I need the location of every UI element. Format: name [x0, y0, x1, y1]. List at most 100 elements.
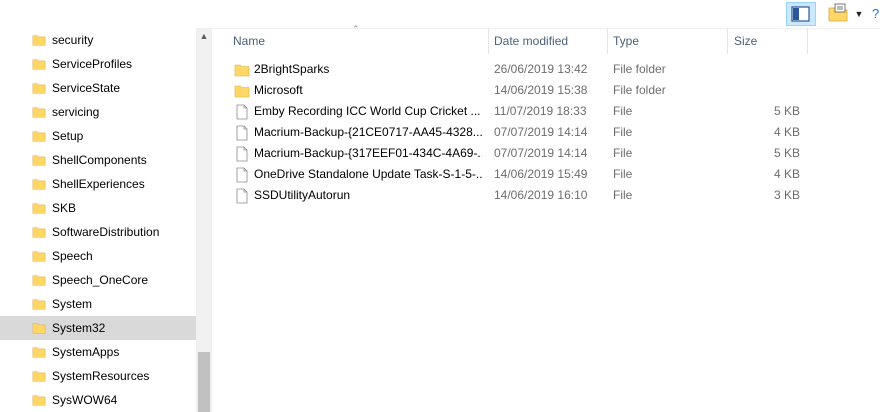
folder-icon [32, 131, 46, 142]
file-icon [236, 104, 248, 120]
change-view-button[interactable] [825, 2, 851, 26]
nav-item-label: ShellComponents [52, 153, 147, 167]
nav-item-label: ServiceState [52, 81, 121, 95]
file-date-modified: 14/06/2019 16:10 [494, 188, 588, 202]
folder-icon [32, 371, 46, 382]
file-type: File folder [613, 62, 666, 76]
column-header-date-modified[interactable]: Date modified [485, 28, 607, 54]
file-name: 2BrightSparks [254, 62, 330, 76]
nav-item-shellexperiences[interactable]: ShellExperiences [0, 172, 196, 196]
file-icon [236, 146, 248, 162]
column-header-type[interactable]: Type [604, 28, 724, 54]
folder-icon [32, 395, 46, 406]
file-row[interactable]: Emby Recording ICC World Cup Cricket ...… [212, 101, 812, 122]
nav-item-label: System [52, 297, 93, 311]
nav-item-label: SystemResources [52, 369, 150, 383]
file-name: Microsoft [254, 83, 303, 97]
folder-icon [32, 347, 46, 358]
file-row[interactable]: 2BrightSparks 26/06/2019 13:42 File folder [212, 59, 812, 80]
view-dropdown-arrow-icon[interactable]: ▼ [853, 2, 865, 26]
file-size [728, 59, 800, 80]
file-size: 5 KB [773, 104, 800, 118]
nav-item-label: Speech [52, 249, 93, 263]
file-date-modified: 11/07/2019 18:33 [494, 104, 587, 118]
details-pane-button[interactable] [786, 2, 816, 26]
folder-icon [32, 299, 46, 310]
file-date-modified: 14/06/2019 15:49 [494, 167, 588, 181]
file-date-modified: 14/06/2019 15:38 [494, 83, 588, 97]
nav-item-label: SystemApps [52, 345, 120, 359]
folder-icon [32, 155, 46, 166]
nav-item-label: security [52, 33, 94, 47]
column-divider[interactable] [807, 28, 808, 54]
file-type: File [613, 188, 633, 202]
nav-item-softwaredistribution[interactable]: SoftwareDistribution [0, 220, 196, 244]
nav-item-label: Setup [52, 129, 84, 143]
scrollbar-thumb[interactable] [198, 352, 210, 412]
file-icon [236, 125, 248, 141]
nav-scrollbar[interactable]: ▲ [196, 28, 212, 412]
nav-item-speech[interactable]: Speech [0, 244, 196, 268]
file-row[interactable]: OneDrive Standalone Update Task-S-1-5-..… [212, 164, 812, 185]
navigation-pane: security ServiceProfiles ServiceState servi… [0, 28, 212, 412]
nav-item-shellcomponents[interactable]: ShellComponents [0, 148, 196, 172]
nav-item-label: ShellExperiences [52, 177, 145, 191]
nav-item-label: SysWOW64 [52, 393, 118, 407]
nav-item-systemresources[interactable]: SystemResources [0, 364, 196, 388]
folder-icon [234, 64, 250, 77]
nav-item-label: System32 [52, 321, 106, 335]
nav-item-label: Speech_OneCore [52, 273, 149, 287]
file-row[interactable]: SSDUtilityAutorun 14/06/2019 16:10 File 3 K… [212, 185, 812, 206]
file-type: File [613, 146, 633, 160]
nav-item-servicing[interactable]: servicing [0, 100, 196, 124]
file-row[interactable]: Macrium-Backup-{317EEF01-434C-4A69-... 07… [212, 143, 812, 164]
file-type: File [613, 125, 633, 139]
nav-item-system32[interactable]: System32 [0, 316, 196, 340]
file-date-modified: 26/06/2019 13:42 [494, 62, 588, 76]
folder-icon [32, 59, 46, 70]
column-header-name[interactable]: Name [224, 28, 488, 54]
file-date-modified: 07/07/2019 14:14 [494, 146, 588, 160]
nav-item-serviceprofiles[interactable]: ServiceProfiles [0, 52, 196, 76]
folder-icon [32, 323, 46, 334]
file-row[interactable]: Microsoft 14/06/2019 15:38 File folder [212, 80, 812, 101]
file-name: SSDUtilityAutorun [254, 188, 351, 202]
folder-icon [32, 203, 46, 214]
nav-item-servicestate[interactable]: ServiceState [0, 76, 196, 100]
file-type: File [613, 167, 633, 181]
details-pane-icon [791, 6, 810, 22]
nav-item-security[interactable]: security [0, 28, 196, 52]
folder-icon [32, 35, 46, 46]
file-name: Macrium-Backup-{317EEF01-434C-4A69-... [254, 146, 482, 160]
nav-item-label: ServiceProfiles [52, 57, 133, 71]
nav-item-systemapps[interactable]: SystemApps [0, 340, 196, 364]
folder-icon [234, 85, 250, 98]
nav-item-system[interactable]: System [0, 292, 196, 316]
toolbar: ▼ ? [0, 0, 880, 29]
help-icon[interactable]: ? [872, 2, 880, 26]
file-size: 4 KB [773, 167, 800, 181]
file-name: OneDrive Standalone Update Task-S-1-5-..… [254, 167, 482, 181]
nav-item-setup[interactable]: Setup [0, 124, 196, 148]
nav-item-speech-onecore[interactable]: Speech_OneCore [0, 268, 196, 292]
file-name: Emby Recording ICC World Cup Cricket ... [254, 104, 481, 118]
file-icon [236, 188, 248, 204]
file-type: File folder [613, 83, 666, 97]
nav-item-label: SoftwareDistribution [52, 225, 160, 239]
file-icon [236, 167, 248, 183]
nav-item-label: SKB [52, 201, 77, 215]
file-name: Macrium-Backup-{21CE0717-AA45-4328... [254, 125, 482, 139]
nav-item-skb[interactable]: SKB [0, 196, 196, 220]
nav-item-syswow64[interactable]: SysWOW64 [0, 388, 196, 412]
scroll-up-arrow-icon[interactable]: ▲ [196, 28, 212, 44]
file-size [728, 80, 800, 101]
column-header-size[interactable]: Size [725, 28, 807, 54]
file-list: ⌃ Name Date modified Type Size 2BrightSp… [212, 24, 880, 412]
folder-icon [32, 251, 46, 262]
folder-icon [32, 227, 46, 238]
file-size: 3 KB [773, 188, 800, 202]
file-date-modified: 07/07/2019 14:14 [494, 125, 588, 139]
file-size: 4 KB [773, 125, 800, 139]
folder-icon [32, 83, 46, 94]
file-row[interactable]: Macrium-Backup-{21CE0717-AA45-4328... 07/… [212, 122, 812, 143]
